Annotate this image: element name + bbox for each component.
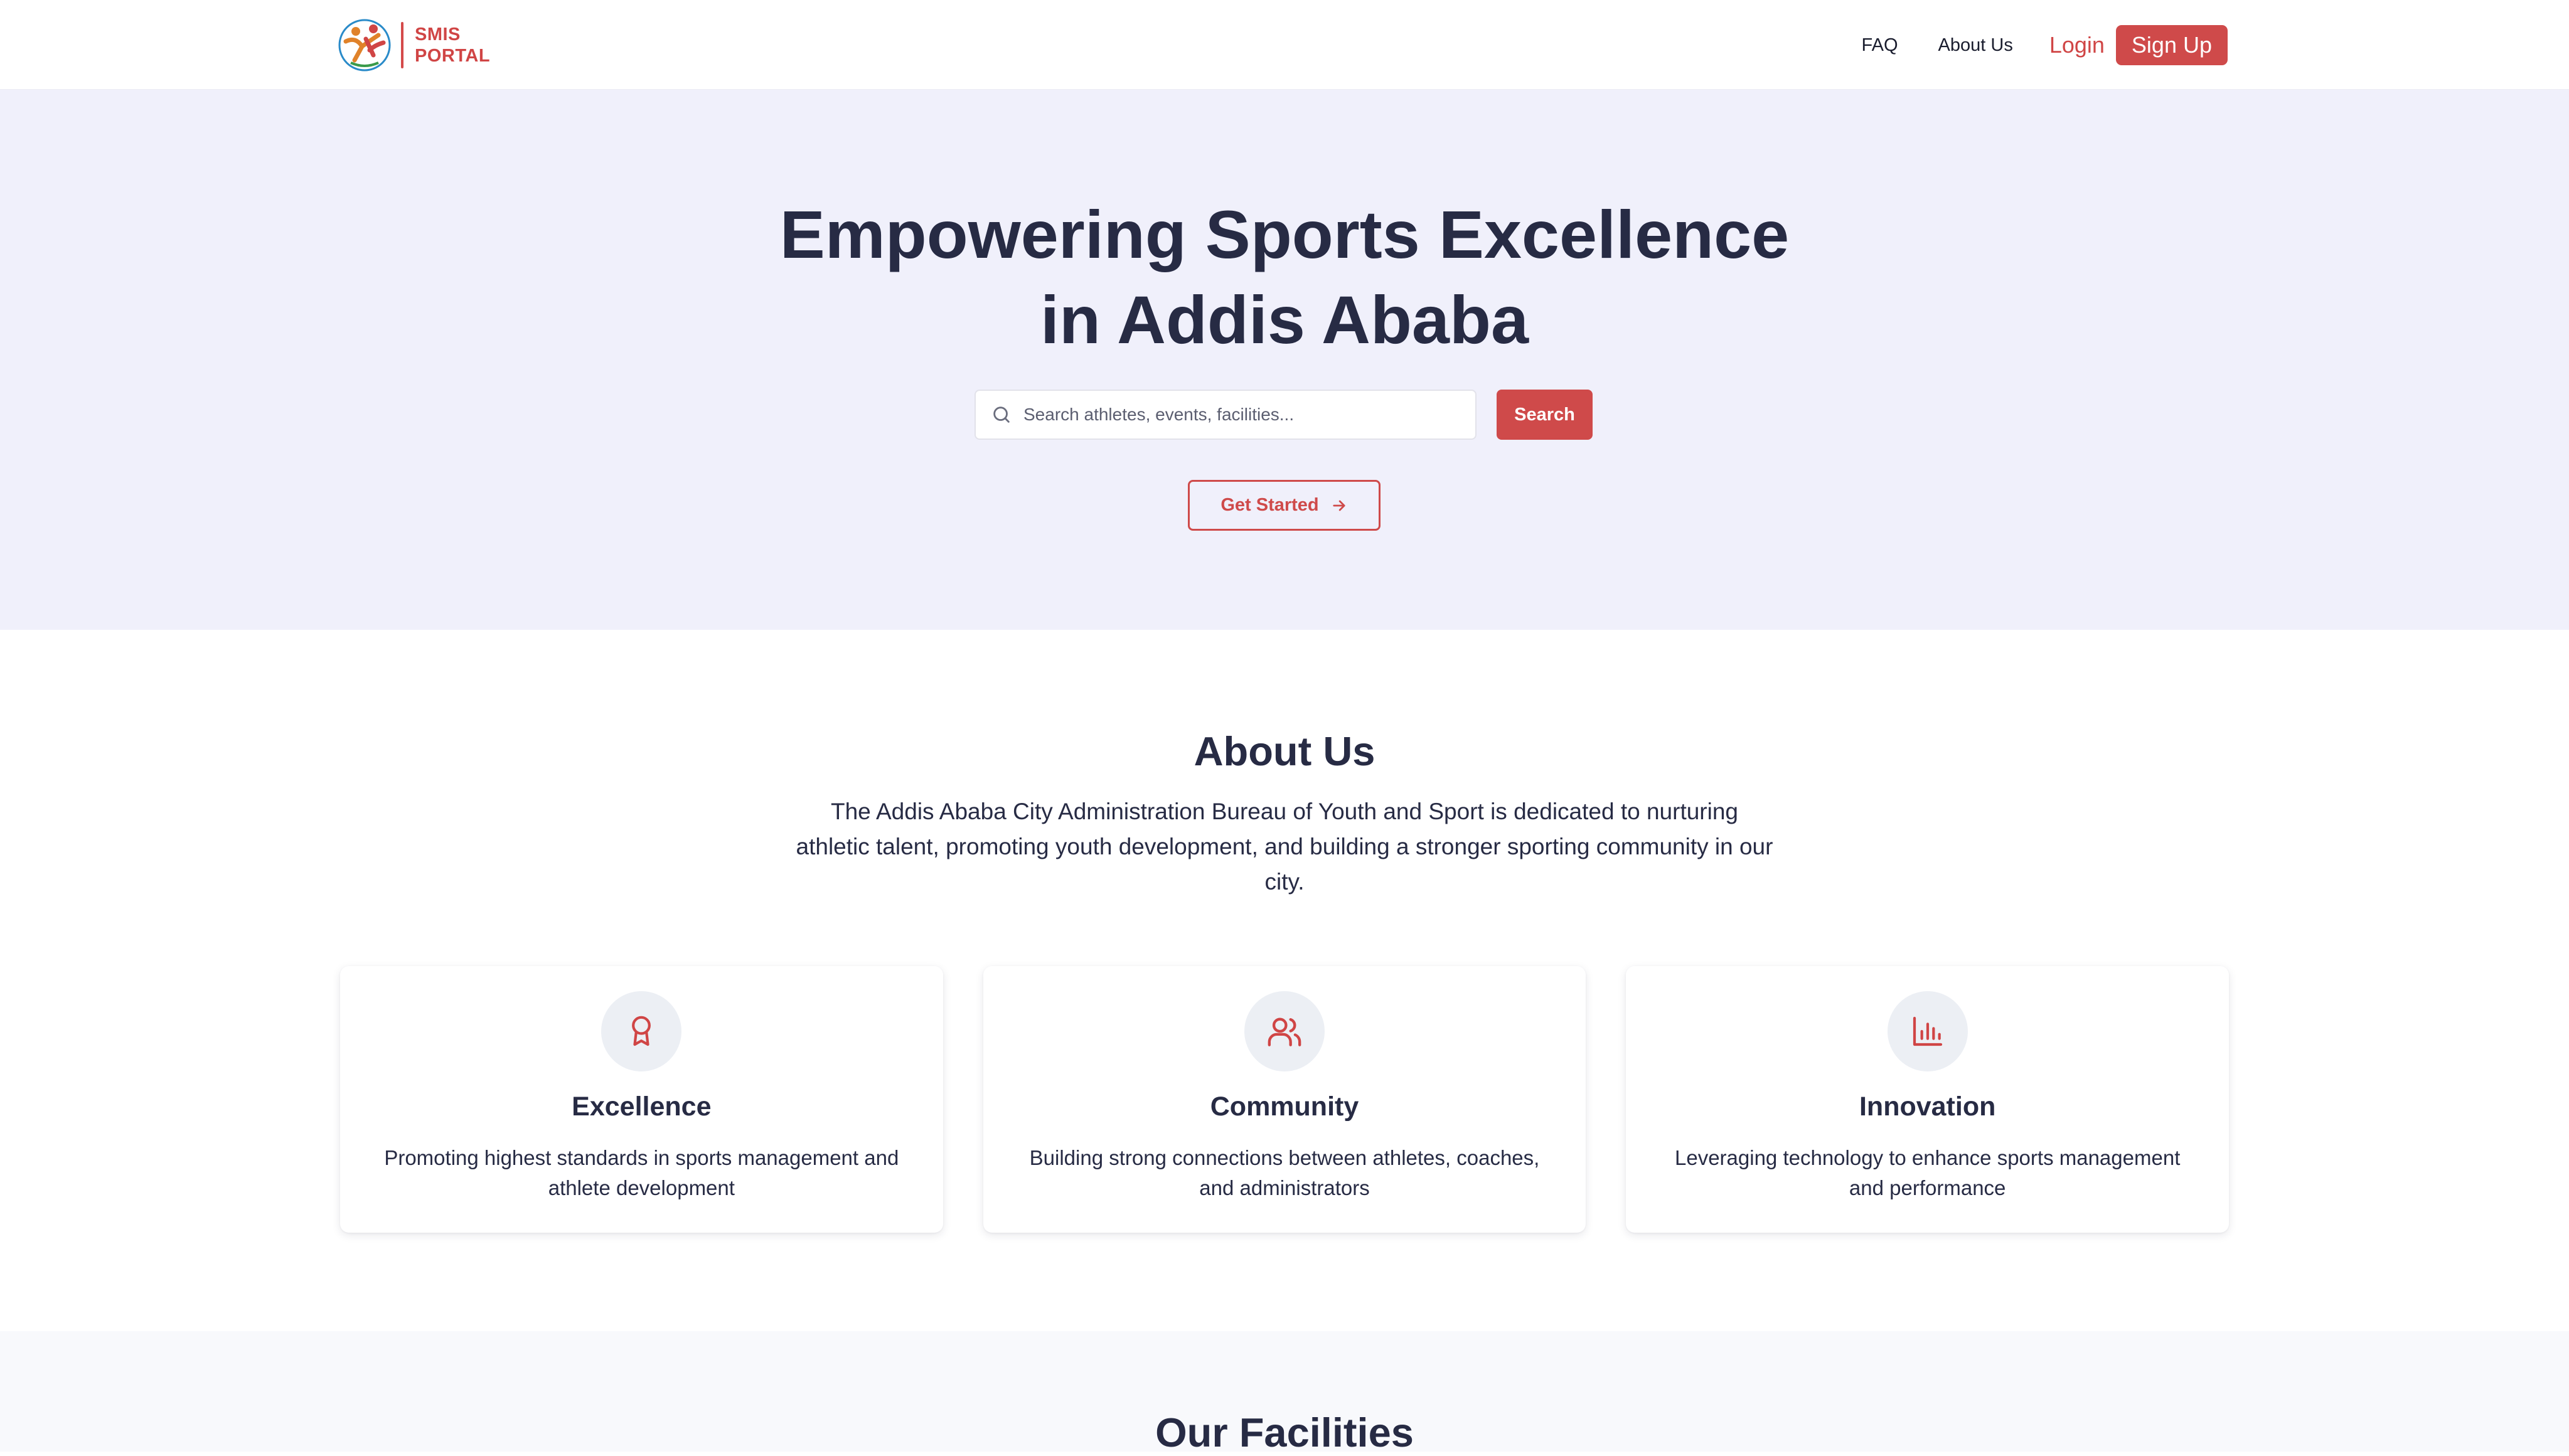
card-title: Excellence: [572, 1092, 712, 1122]
about-description: The Addis Ababa City Administration Bure…: [796, 799, 1773, 895]
card-title: Innovation: [1859, 1092, 1996, 1122]
feature-card-community: Community Building strong connections be…: [983, 966, 1586, 1233]
signup-button[interactable]: Sign Up: [2115, 25, 2228, 65]
get-started-label: Get Started: [1220, 495, 1319, 515]
brand-line1: SMIS: [415, 24, 461, 45]
feature-cards: Excellence Promoting highest standards i…: [340, 966, 2230, 1233]
card-title: Community: [1210, 1092, 1359, 1122]
brand-name: SMIS PORTAL: [415, 24, 490, 66]
card-description: Promoting highest standards in sports ma…: [384, 1146, 899, 1199]
hero-title: Empowering Sports Excellence in Addis Ab…: [0, 192, 2569, 363]
brand-logo[interactable]: SMIS PORTAL: [337, 18, 490, 73]
login-link[interactable]: Login: [2049, 32, 2105, 58]
card-description: Building strong connections between athl…: [1029, 1146, 1540, 1199]
hero-section: Empowering Sports Excellence in Addis Ab…: [0, 90, 2569, 630]
search-icon: [993, 407, 1010, 423]
logo-icon: [338, 19, 391, 72]
facilities-title: Our Facilities: [1155, 1410, 1414, 1455]
nav-about-link[interactable]: About Us: [1938, 35, 2013, 56]
get-started-button[interactable]: Get Started: [1188, 480, 1381, 531]
feature-card-innovation: Innovation Leveraging technology to enha…: [1626, 966, 2230, 1233]
users-icon: [1244, 991, 1325, 1071]
brand-line2: PORTAL: [415, 46, 491, 66]
hero-title-line2: in Addis Ababa: [1040, 282, 1529, 358]
card-description: Leveraging technology to enhance sports …: [1674, 1146, 2181, 1199]
hero-title-line1: Empowering Sports Excellence: [779, 196, 1790, 272]
search-box: [975, 390, 1477, 440]
about-title: About Us: [1194, 728, 1375, 774]
search-input[interactable]: [1023, 391, 1475, 438]
nav-faq-link[interactable]: FAQ: [1862, 35, 1898, 56]
search-button[interactable]: Search: [1497, 390, 1593, 440]
main-nav: FAQ About Us Login Sign Up: [1862, 25, 2228, 65]
facilities-section: Our Facilities: [0, 1331, 2569, 1455]
logo-divider: [401, 22, 403, 68]
site-header: SMIS PORTAL FAQ About Us Login Sign Up: [0, 0, 2569, 90]
feature-card-excellence: Excellence Promoting highest standards i…: [340, 966, 943, 1233]
arrow-right-icon: [1333, 500, 1345, 511]
bar-chart-icon: [1887, 991, 1968, 1071]
award-icon: [601, 991, 682, 1071]
